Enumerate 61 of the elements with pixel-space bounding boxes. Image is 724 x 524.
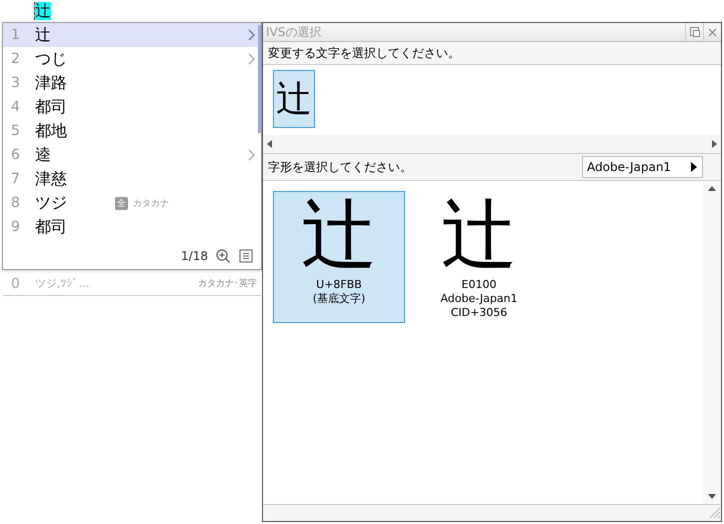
candidate-text: 逵 <box>35 144 52 166</box>
candidate-annotation: カタカナ･英字 <box>198 278 257 290</box>
zoom-in-icon[interactable] <box>216 248 231 264</box>
candidate-number: 3 <box>11 75 21 91</box>
candidate-text: 津路 <box>35 72 68 94</box>
candidate-number: 5 <box>11 123 21 139</box>
candidate-number: 8 <box>11 195 21 211</box>
glyph-option[interactable]: 辻 U+8FBB (基底文字) <box>273 191 405 323</box>
candidate-row[interactable]: 6 逵 <box>3 143 261 167</box>
base-character[interactable]: 辻 <box>273 70 315 128</box>
candidate-row[interactable]: 9 都司 <box>3 215 261 239</box>
instruction-text: 字形を選択してください。 <box>268 158 412 176</box>
scroll-left-icon[interactable] <box>266 140 274 148</box>
candidate-number: 1 <box>11 27 21 43</box>
candidate-row[interactable]: 7 津慈 <box>3 167 261 191</box>
scrollbar-thumb[interactable] <box>258 25 261 133</box>
candidate-text: 津慈 <box>35 168 68 190</box>
candidate-number: 4 <box>11 99 21 115</box>
scroll-up-icon[interactable] <box>708 185 716 193</box>
resize-grip-icon[interactable] <box>707 505 721 519</box>
candidate-annotation: カタカナ <box>133 198 169 210</box>
glyph-info: U+8FBB <box>316 278 362 292</box>
candidate-row[interactable]: 3 津路 <box>3 71 261 95</box>
candidate-row[interactable]: 2 つじ <box>3 47 261 71</box>
collection-dropdown[interactable]: Adobe-Japan1 <box>582 156 703 178</box>
candidate-number: 2 <box>11 51 21 67</box>
glyph-character: 辻 <box>301 192 377 278</box>
scroll-down-icon[interactable] <box>708 492 716 500</box>
window-title: IVSの選択 <box>266 24 322 40</box>
glyph-info: CID+3056 <box>450 306 508 320</box>
glyph-info: E0100 <box>462 278 496 292</box>
candidate-text: つじ <box>35 48 68 70</box>
candidate-row[interactable]: 8 ツジ 全 カタカナ <box>3 191 261 215</box>
candidate-text: 都地 <box>35 120 68 142</box>
restore-icon <box>690 27 700 37</box>
glyph-info: (基底文字) <box>312 292 366 306</box>
page-indicator: 1/18 <box>181 249 208 263</box>
scroll-right-icon[interactable] <box>710 140 718 148</box>
candidate-number: 9 <box>11 219 21 235</box>
candidate-row[interactable]: 1 辻 <box>3 23 261 47</box>
candidate-text: 辻 <box>35 24 52 46</box>
candidate-row[interactable]: 5 都地 <box>3 119 261 143</box>
candidate-number: 6 <box>11 147 21 163</box>
candidate-text: 都司 <box>35 96 68 118</box>
instruction-text: 変更する文字を選択してください。 <box>268 44 460 62</box>
candidate-text: 都司 <box>35 216 68 238</box>
composition-text: 辻 <box>34 2 51 20</box>
caret-icon <box>690 162 698 172</box>
glyph-character: 辻 <box>441 192 517 278</box>
candidate-row[interactable]: 4 都司 <box>3 95 261 119</box>
candidate-row[interactable]: 0 ツジ,ﾂｼﾞ… カタカナ･英字 <box>3 272 261 296</box>
fullwidth-badge: 全 <box>115 196 128 210</box>
glyph-info: Adobe-Japan1 <box>440 292 518 306</box>
candidate-text: ツジ,ﾂｼﾞ… <box>35 276 90 291</box>
candidate-number: 0 <box>11 276 21 292</box>
candidate-number: 7 <box>11 171 21 187</box>
close-icon <box>708 28 717 36</box>
list-icon[interactable] <box>239 249 253 263</box>
restore-button[interactable] <box>685 23 703 41</box>
glyph-option[interactable]: 辻 E0100 Adobe-Japan1 CID+3056 <box>413 191 545 323</box>
candidate-text: ツジ <box>35 192 68 214</box>
